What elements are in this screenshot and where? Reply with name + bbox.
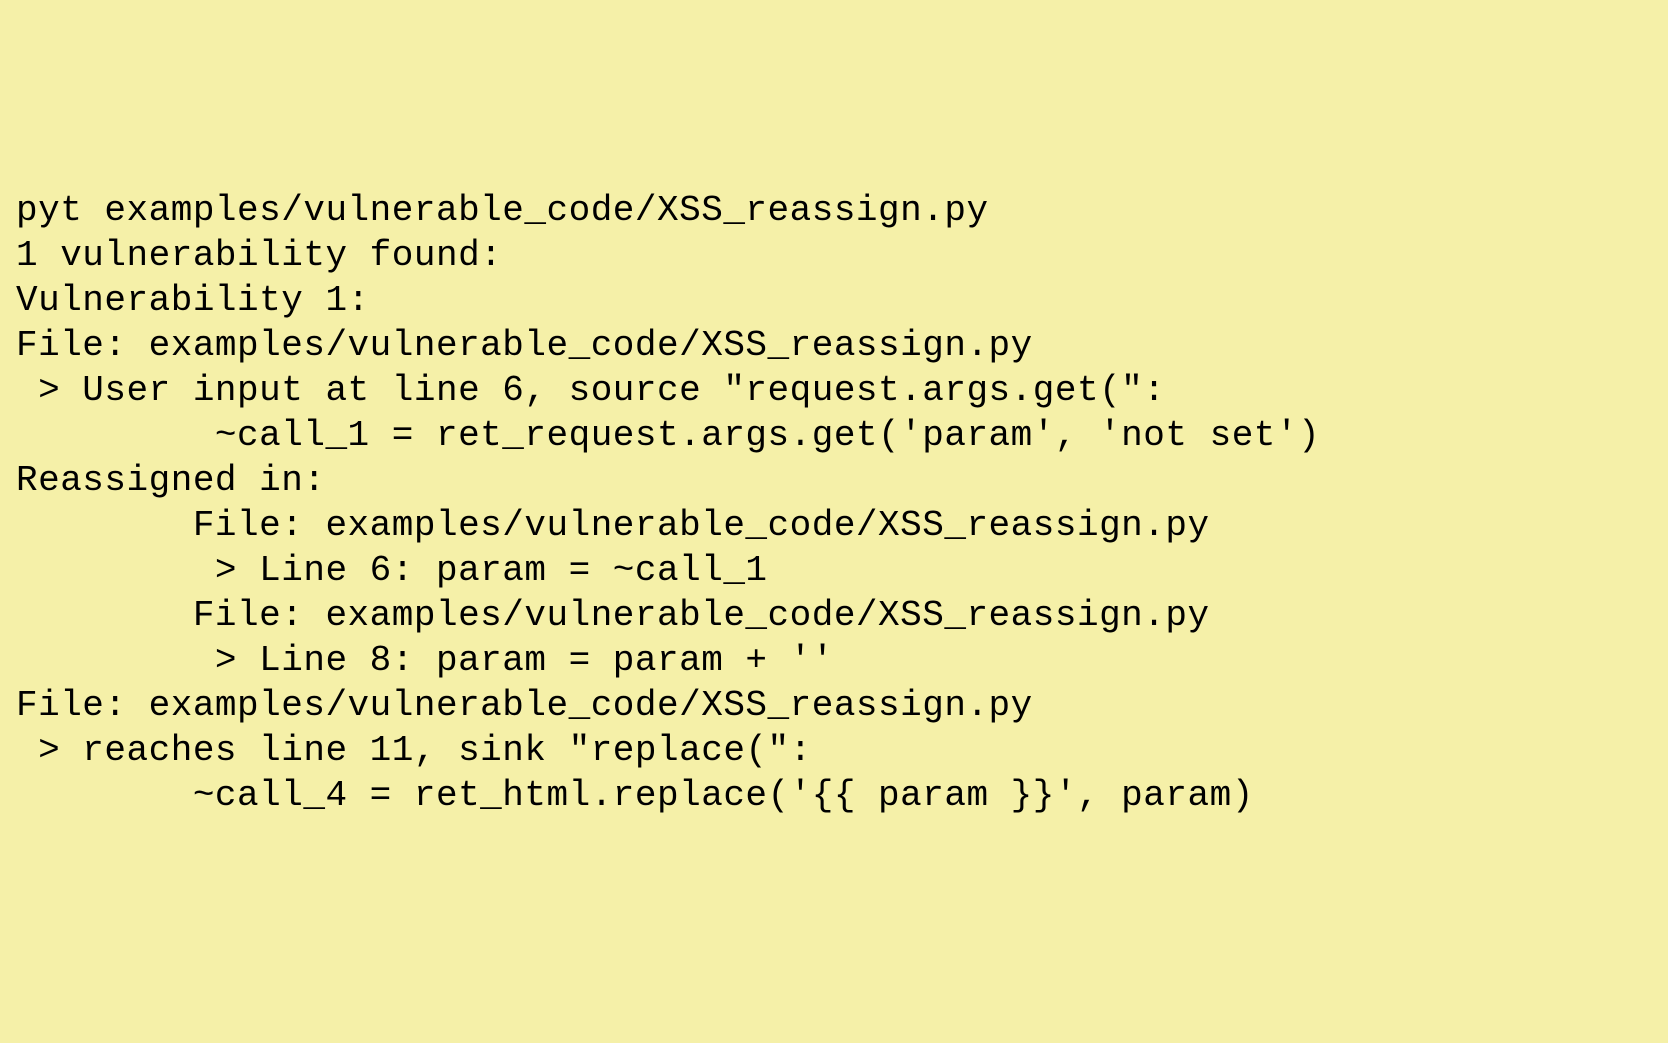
- terminal-line-summary: 1 vulnerability found:: [16, 233, 1652, 278]
- terminal-line-file2: File: examples/vulnerable_code/XSS_reass…: [16, 503, 1652, 548]
- terminal-line-command: pyt examples/vulnerable_code/XSS_reassig…: [16, 188, 1652, 233]
- terminal-line-call1: ~call_1 = ret_request.args.get('param', …: [16, 413, 1652, 458]
- terminal-line-reassigned: Reassigned in:: [16, 458, 1652, 503]
- terminal-line-file4: File: examples/vulnerable_code/XSS_reass…: [16, 683, 1652, 728]
- terminal-line-file: File: examples/vulnerable_code/XSS_reass…: [16, 323, 1652, 368]
- terminal-line-call4: ~call_4 = ret_html.replace('{{ param }}'…: [16, 773, 1652, 818]
- terminal-line-source: > User input at line 6, source "request.…: [16, 368, 1652, 413]
- terminal-line-file3: File: examples/vulnerable_code/XSS_reass…: [16, 593, 1652, 638]
- terminal-line-vuln-header: Vulnerability 1:: [16, 278, 1652, 323]
- terminal-line-sink: > reaches line 11, sink "replace(":: [16, 728, 1652, 773]
- terminal-line-line6: > Line 6: param = ~call_1: [16, 548, 1652, 593]
- terminal-line-line8: > Line 8: param = param + '': [16, 638, 1652, 683]
